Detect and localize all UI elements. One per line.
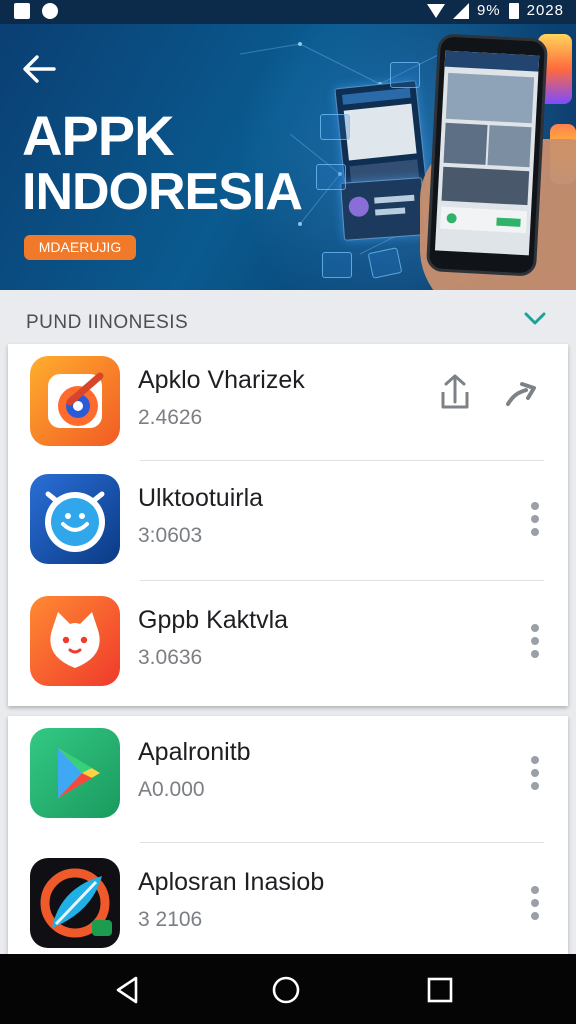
- smiley-clock-icon: [30, 474, 120, 564]
- app-name: Gppb Kaktvla: [138, 606, 289, 634]
- wifi-icon: [426, 3, 445, 18]
- link-icon[interactable]: [502, 372, 540, 412]
- list-item[interactable]: Apalronitb A0.000: [8, 716, 568, 836]
- back-nav-icon[interactable]: [112, 974, 144, 1006]
- notification-alert-icon: [42, 3, 58, 19]
- app-name: Apklo Vharizek: [138, 366, 305, 394]
- list-item[interactable]: Aplosran Inasiob 3 2106: [8, 846, 568, 966]
- chevron-down-icon[interactable]: [524, 312, 546, 326]
- phone-mockup: [425, 33, 549, 277]
- back-arrow-icon[interactable]: [22, 54, 56, 84]
- more-options-icon[interactable]: [530, 624, 540, 658]
- battery-icon: [508, 2, 519, 19]
- clock: 2028: [526, 2, 564, 19]
- more-options-icon[interactable]: [530, 502, 540, 536]
- divider: [140, 460, 544, 461]
- divider: [140, 842, 544, 843]
- floating-tile-icon: [320, 114, 350, 140]
- hero-banner: APPK INDORESIA MDAERUJIG: [0, 24, 576, 290]
- divider: [140, 580, 544, 581]
- section-header: PUND IINONESIS: [0, 290, 576, 344]
- floating-tile-icon: [322, 252, 352, 278]
- app-name: Apalronitb: [138, 738, 251, 766]
- floating-tile-icon: [316, 164, 346, 190]
- section-title: PUND IINONESIS: [26, 312, 189, 333]
- play-triangle-icon: [30, 728, 120, 818]
- list-item[interactable]: Apklo Vharizek 2.4626: [8, 344, 568, 464]
- app-list-card: Apalronitb A0.000 Aplosran Inasiob 3 210…: [8, 716, 568, 954]
- hero-title-line1: APPK: [22, 104, 175, 167]
- floating-chat-card: [340, 177, 426, 241]
- app-list-card: Apklo Vharizek 2.4626 Ulktootuirla 3:060…: [8, 344, 568, 706]
- battery-percent: 9%: [476, 2, 501, 19]
- app-name: Ulktootuirla: [138, 484, 264, 512]
- app-meta: 2.4626: [138, 406, 203, 429]
- app-meta: 3:0603: [138, 524, 203, 547]
- list-item[interactable]: Ulktootuirla 3:0603: [8, 462, 568, 582]
- system-nav-bar: [0, 954, 576, 1024]
- share-icon[interactable]: [436, 372, 474, 412]
- home-nav-icon[interactable]: [270, 974, 302, 1006]
- list-item[interactable]: Gppb Kaktvla 3.0636: [8, 584, 568, 704]
- app-meta: A0.000: [138, 778, 205, 801]
- hero-title-line2: INDORESIA: [22, 163, 303, 221]
- target-brush-icon: [30, 356, 120, 446]
- floating-tile-icon: [390, 62, 420, 88]
- leaf-swirl-icon: [30, 858, 120, 948]
- hero-title: APPK INDORESIA: [22, 104, 303, 221]
- signal-icon: [452, 2, 469, 19]
- notification-photo-icon: [14, 3, 30, 19]
- recents-nav-icon[interactable]: [424, 974, 456, 1006]
- cat-face-icon: [30, 596, 120, 686]
- app-meta: 3 2106: [138, 908, 203, 931]
- app-meta: 3.0636: [138, 646, 203, 669]
- more-options-icon[interactable]: [530, 886, 540, 920]
- more-options-icon[interactable]: [530, 756, 540, 790]
- status-bar: 9% 2028: [0, 0, 576, 24]
- hero-badge: MDAERUJIG: [24, 235, 136, 260]
- app-name: Aplosran Inasiob: [138, 868, 325, 896]
